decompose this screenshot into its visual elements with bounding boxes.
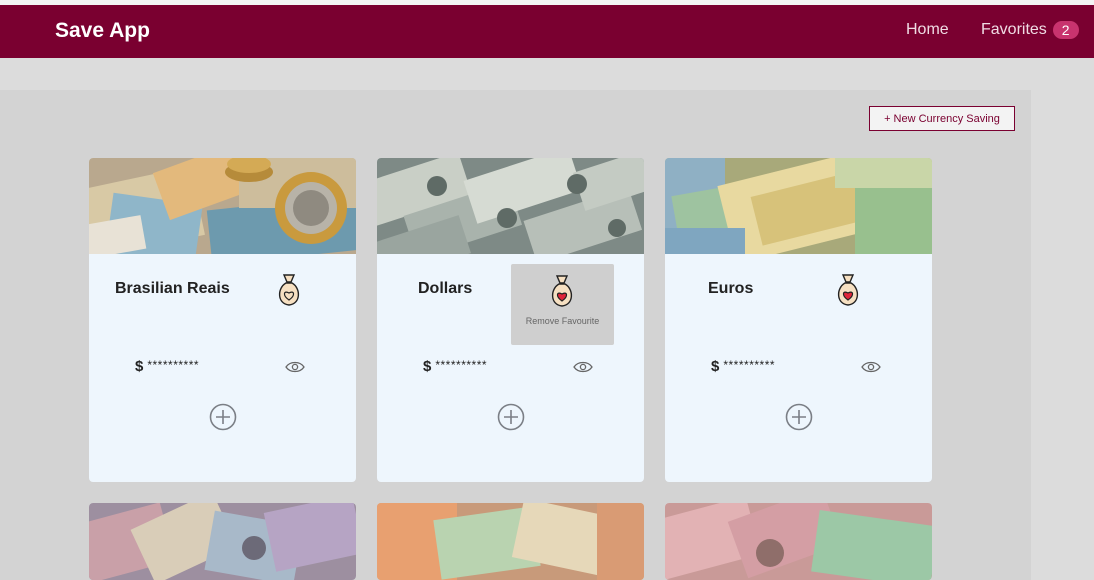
currency-symbol: $ — [711, 358, 720, 375]
masked-amount: $ ********** — [423, 357, 488, 376]
card-image-pesos — [377, 503, 644, 580]
favorite-money-bag-icon[interactable] — [549, 274, 575, 308]
add-saving-plus-icon[interactable] — [497, 403, 525, 431]
card-image-baht — [665, 503, 932, 580]
masked-value: ********** — [147, 357, 200, 372]
eye-icon[interactable] — [285, 360, 305, 374]
add-saving-plus-icon[interactable] — [209, 403, 237, 431]
card-image-euros — [665, 158, 932, 254]
currency-card-baht — [665, 503, 932, 580]
card-image-pounds — [89, 503, 356, 580]
card-title: Brasilian Reais — [115, 280, 230, 297]
main-panel: + New Currency Saving Brasilian Reais $ … — [0, 90, 1031, 580]
eye-icon[interactable] — [861, 360, 881, 374]
card-image-reais — [89, 158, 356, 254]
currency-card-dollars: Dollars Remove Favourite $ ********** — [377, 158, 644, 482]
currency-symbol: $ — [135, 358, 144, 375]
eye-icon[interactable] — [573, 360, 593, 374]
masked-value: ********** — [723, 357, 776, 372]
currency-card-pounds — [89, 503, 356, 580]
currency-symbol: $ — [423, 358, 432, 375]
currency-card-brasilian-reais: Brasilian Reais $ ********** — [89, 158, 356, 482]
nav-favorites-link[interactable]: Favorites 2 — [981, 21, 1079, 39]
navbar: Save App Home Favorites 2 — [0, 5, 1094, 58]
card-image-dollars — [377, 158, 644, 254]
nav-favorites-label: Favorites — [981, 21, 1047, 38]
card-title: Dollars — [418, 280, 473, 297]
favorites-count-badge: 2 — [1052, 21, 1079, 39]
add-saving-plus-icon[interactable] — [785, 403, 813, 431]
remove-favourite-label: Remove Favourite — [525, 316, 600, 326]
currency-card-pesos — [377, 503, 644, 580]
favorite-money-bag-icon[interactable] — [835, 273, 861, 307]
card-title: Euros — [708, 280, 754, 297]
favorite-money-bag-icon[interactable] — [276, 273, 302, 307]
remove-favourite-overlay[interactable]: Remove Favourite — [511, 264, 614, 345]
masked-value: ********** — [435, 357, 488, 372]
app-brand[interactable]: Save App — [55, 19, 150, 43]
currency-card-euros: Euros $ ********** — [665, 158, 932, 482]
masked-amount: $ ********** — [711, 357, 776, 376]
new-currency-saving-button[interactable]: + New Currency Saving — [869, 106, 1015, 131]
nav-home-link[interactable]: Home — [906, 21, 949, 39]
masked-amount: $ ********** — [135, 357, 200, 376]
